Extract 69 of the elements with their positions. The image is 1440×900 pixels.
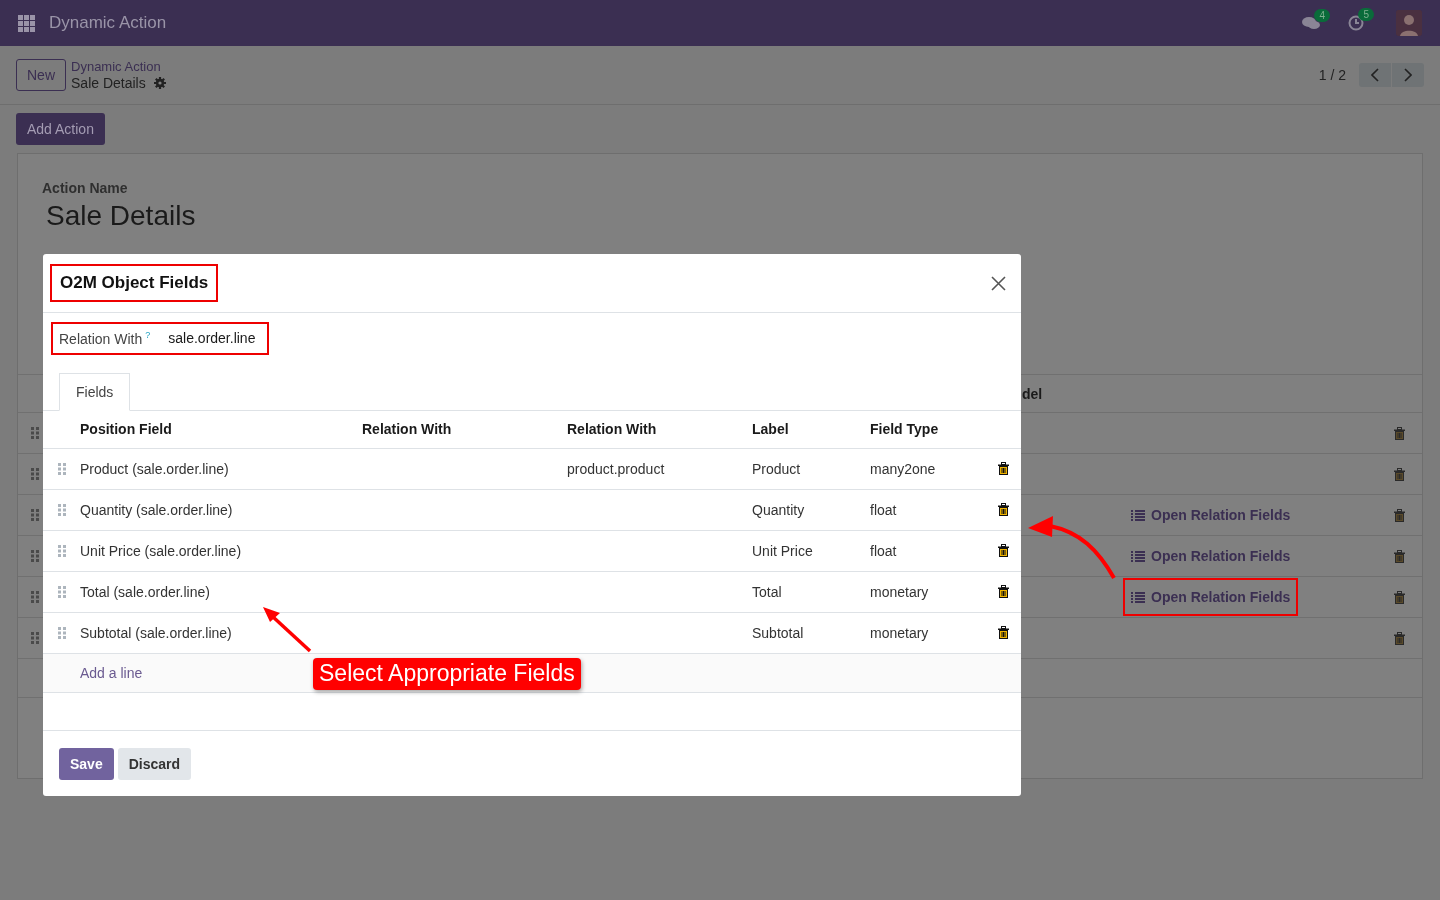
next-button[interactable] xyxy=(1392,63,1424,87)
dialog-title: O2M Object Fields xyxy=(60,273,209,292)
table-cell: Quantity xyxy=(752,489,870,531)
field-label: Action Name xyxy=(42,180,129,196)
previous-button[interactable] xyxy=(1359,63,1391,87)
table-cell: monetary xyxy=(870,612,985,654)
drag-handle-icon[interactable] xyxy=(57,626,66,639)
annotation-callout: Select Appropriate Fields xyxy=(313,658,581,690)
new-button[interactable]: New xyxy=(16,59,66,91)
activity-count-badge: 5 xyxy=(1358,8,1374,21)
column-header: Position Field xyxy=(80,410,362,449)
annotation-arrow xyxy=(263,607,312,653)
drag-handle-icon[interactable] xyxy=(31,509,39,521)
table-cell: float xyxy=(870,489,985,531)
table-cell: Quantity (sale.order.line) xyxy=(80,489,362,531)
table-cell: Unit Price xyxy=(752,530,870,572)
chevron-left-icon xyxy=(1371,68,1379,82)
list-icon xyxy=(1131,509,1145,521)
column-header: Relation With xyxy=(567,410,752,449)
action-name: Sale Details xyxy=(46,200,197,232)
chevron-right-icon xyxy=(1404,68,1412,82)
drag-handle-icon[interactable] xyxy=(57,544,66,557)
drag-handle-icon[interactable] xyxy=(31,427,39,439)
save-button[interactable]: Save xyxy=(59,747,114,780)
column-header: del xyxy=(1022,385,1044,402)
open-relation-fields-button[interactable]: Open Relation Fields xyxy=(1123,537,1299,575)
clock-icon[interactable] xyxy=(1348,15,1364,31)
trash-icon[interactable] xyxy=(997,626,1009,640)
table-cell: many2one xyxy=(870,448,985,490)
table-cell: Subtotal xyxy=(752,612,870,654)
column-header: Field Type xyxy=(870,410,985,449)
list-icon xyxy=(1131,550,1145,562)
app-title: Dynamic Action xyxy=(49,13,167,33)
drag-handle-icon[interactable] xyxy=(31,632,39,644)
list-icon xyxy=(1131,591,1145,603)
breadcrumb-link[interactable]: Dynamic Action xyxy=(71,59,166,75)
table-cell: Product xyxy=(752,448,870,490)
field-label: Relation With $^{?}$ xyxy=(59,330,151,347)
column-header: Relation With xyxy=(362,410,567,449)
close-icon[interactable] xyxy=(991,275,1006,291)
column-header: Label xyxy=(752,410,870,449)
settings-icon[interactable] xyxy=(153,77,166,89)
trash-icon[interactable] xyxy=(997,585,1009,599)
table-cell: monetary xyxy=(870,571,985,613)
drag-handle-icon[interactable] xyxy=(31,468,39,480)
table-cell: product.product xyxy=(567,448,752,490)
table-cell: Product (sale.order.line) xyxy=(80,448,362,490)
trash-icon[interactable] xyxy=(997,503,1009,517)
trash-icon[interactable] xyxy=(997,544,1009,558)
table-cell: float xyxy=(870,530,985,572)
table-cell: Total xyxy=(752,571,870,613)
drag-handle-icon[interactable] xyxy=(57,585,66,598)
drag-handle-icon[interactable] xyxy=(57,462,66,475)
table-cell: Unit Price (sale.order.line) xyxy=(80,530,362,572)
pager-counter: 1 / 2 xyxy=(1318,67,1346,83)
open-relation-fields-button[interactable]: Open Relation Fields xyxy=(1123,578,1299,616)
drag-handle-icon[interactable] xyxy=(31,550,39,562)
apps-menu-icon[interactable] xyxy=(18,14,35,32)
fields-tab[interactable]: Fields xyxy=(59,372,131,411)
discard-button[interactable]: Discard xyxy=(117,747,192,780)
drag-handle-icon[interactable] xyxy=(57,503,66,516)
breadcrumb-current: Sale Details xyxy=(71,75,146,91)
message-count-badge: 4 xyxy=(1314,8,1330,22)
drag-handle-icon[interactable] xyxy=(31,591,39,603)
add-action-button[interactable]: Add Action xyxy=(16,113,105,145)
trash-icon[interactable] xyxy=(997,462,1009,476)
add-line-link[interactable]: Add a line xyxy=(80,664,143,681)
open-relation-fields-button[interactable]: Open Relation Fields xyxy=(1123,496,1299,534)
field-value: sale.order.line xyxy=(168,330,256,347)
